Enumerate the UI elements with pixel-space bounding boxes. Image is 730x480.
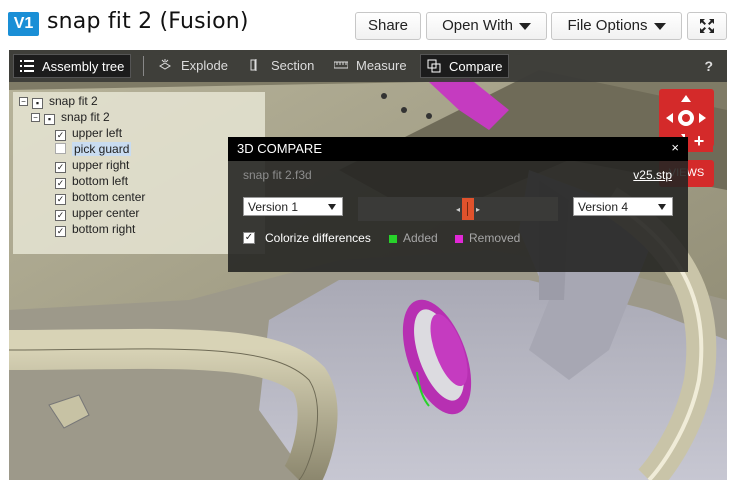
compare-panel-header: 3D COMPARE × xyxy=(228,137,688,161)
tree-item-label: bottom center xyxy=(72,190,146,204)
header: V1 snap fit 2 (Fusion) Share Open With F… xyxy=(0,0,730,50)
tree-item-label: upper left xyxy=(72,126,123,140)
close-icon[interactable]: × xyxy=(671,140,679,155)
assembly-tree-label: Assembly tree xyxy=(42,59,125,74)
visibility-checkbox[interactable]: ✓ xyxy=(55,130,66,141)
version-b-value: Version 4 xyxy=(578,200,629,214)
collapse-icon[interactable]: − xyxy=(19,97,28,106)
fullscreen-button[interactable] xyxy=(687,12,727,40)
removed-swatch xyxy=(455,235,463,243)
tree-item-upper-left[interactable]: ✓ upper left xyxy=(55,125,122,141)
list-icon xyxy=(20,60,34,72)
measure-label: Measure xyxy=(356,58,407,73)
tree-node-child[interactable]: − ▪ snap fit 2 xyxy=(31,109,110,125)
explode-label: Explode xyxy=(181,58,228,73)
visibility-checkbox[interactable]: ✓ xyxy=(55,178,66,189)
compare-label: Compare xyxy=(449,59,503,74)
added-swatch xyxy=(389,235,397,243)
model-viewport[interactable]: Assembly tree Explode Section Measure Co… xyxy=(9,50,727,480)
tree-item-label: pick guard xyxy=(72,142,132,156)
tree-item-label: upper center xyxy=(72,206,140,220)
tree-item-label: upper right xyxy=(72,158,130,172)
compare-slider[interactable]: ◂ ▸ xyxy=(358,197,558,221)
tree-item-label: bottom left xyxy=(72,174,129,188)
compare-button[interactable]: Compare xyxy=(420,54,510,78)
version-badge[interactable]: V1 xyxy=(8,12,39,36)
dropdown-arrow-icon xyxy=(658,204,666,210)
dropdown-arrow-icon xyxy=(328,204,336,210)
component-icon: ▪ xyxy=(44,114,55,125)
tree-item-pick-guard[interactable]: pick guard xyxy=(55,141,132,157)
open-with-label: Open With xyxy=(442,17,513,34)
measure-button[interactable]: Measure xyxy=(334,54,407,78)
added-legend-label: Added xyxy=(403,231,438,245)
tree-item-bottom-right[interactable]: ✓ bottom right xyxy=(55,221,135,237)
caret-down-icon xyxy=(518,22,531,30)
collapse-icon[interactable]: − xyxy=(31,113,40,122)
fullscreen-icon xyxy=(700,19,714,33)
version-a-value: Version 1 xyxy=(248,200,299,214)
colorize-label: Colorize differences xyxy=(265,231,371,245)
visibility-checkbox[interactable] xyxy=(55,143,66,154)
assembly-tree-button[interactable]: Assembly tree xyxy=(13,54,132,78)
slider-handle[interactable] xyxy=(462,198,474,220)
compare-file-link[interactable]: v25.stp xyxy=(633,168,672,182)
tree-item-bottom-center[interactable]: ✓ bottom center xyxy=(55,189,145,205)
tree-item-label: bottom right xyxy=(72,222,136,236)
base-file-name: snap fit 2.f3d xyxy=(243,168,312,182)
tree-item-upper-right[interactable]: ✓ upper right xyxy=(55,157,129,173)
section-label: Section xyxy=(271,58,315,73)
section-icon xyxy=(250,59,257,71)
explode-button[interactable]: Explode xyxy=(159,54,228,78)
colorize-checkbox[interactable]: ✓ xyxy=(243,232,255,244)
version-a-select[interactable]: Version 1 xyxy=(243,197,343,216)
component-icon: ▪ xyxy=(32,98,43,109)
file-options-label: File Options xyxy=(567,17,648,34)
viewer-toolbar: Assembly tree Explode Section Measure Co… xyxy=(9,50,727,82)
tree-node-label: snap fit 2 xyxy=(61,110,110,124)
share-button[interactable]: Share xyxy=(355,12,421,40)
explode-icon xyxy=(159,59,171,70)
toolbar-divider xyxy=(143,56,144,76)
share-button-label: Share xyxy=(367,17,409,34)
page-title: snap fit 2 (Fusion) xyxy=(47,9,249,34)
compare-panel-title: 3D COMPARE xyxy=(237,141,322,156)
removed-legend-label: Removed xyxy=(469,231,521,245)
open-with-button[interactable]: Open With xyxy=(426,12,547,40)
help-button[interactable]: ? xyxy=(704,54,713,78)
section-button[interactable]: Section xyxy=(249,54,314,78)
visibility-checkbox[interactable]: ✓ xyxy=(55,162,66,173)
zoom-in-button[interactable]: + xyxy=(685,130,713,152)
version-b-select[interactable]: Version 4 xyxy=(573,197,673,216)
caret-down-icon xyxy=(653,22,666,30)
tree-node-root[interactable]: − ▪ snap fit 2 xyxy=(19,93,98,109)
visibility-checkbox[interactable]: ✓ xyxy=(55,210,66,221)
tree-node-label: snap fit 2 xyxy=(49,94,98,108)
ruler-icon xyxy=(334,61,348,69)
file-options-button[interactable]: File Options xyxy=(551,12,682,40)
visibility-checkbox[interactable]: ✓ xyxy=(55,226,66,237)
compare-panel: 3D COMPARE × snap fit 2.f3d v25.stp Vers… xyxy=(228,137,688,272)
tree-item-upper-center[interactable]: ✓ upper center xyxy=(55,205,139,221)
slider-right-arrow-icon: ▸ xyxy=(476,205,481,214)
slider-left-arrow-icon: ◂ xyxy=(456,205,461,214)
compare-icon xyxy=(427,59,441,73)
visibility-checkbox[interactable]: ✓ xyxy=(55,194,66,205)
tree-item-bottom-left[interactable]: ✓ bottom left xyxy=(55,173,128,189)
